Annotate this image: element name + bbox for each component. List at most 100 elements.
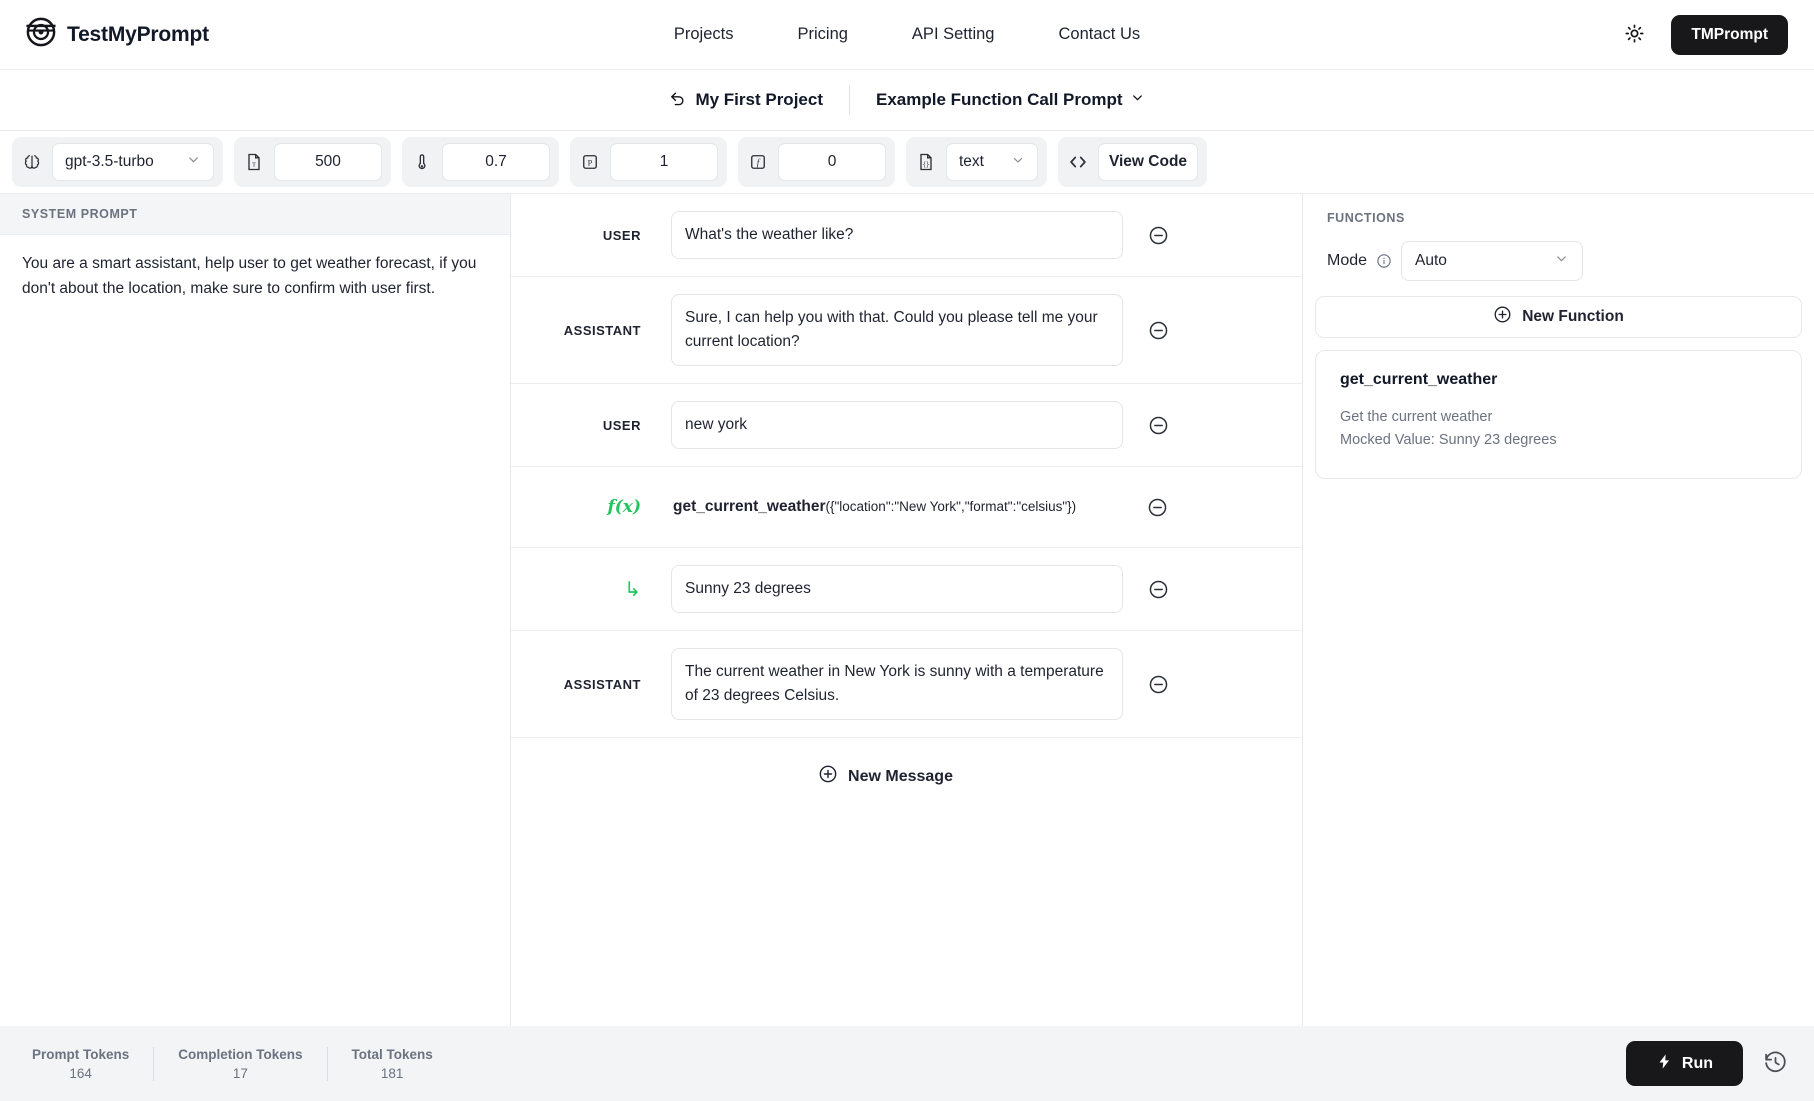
messages-panel: USER What's the weather like? ASSISTANT … bbox=[511, 194, 1303, 1026]
brain-icon bbox=[21, 151, 43, 173]
function-mode-label: Mode bbox=[1327, 252, 1368, 269]
function-call-label[interactable]: f(x) bbox=[511, 497, 671, 517]
top-p-value: 1 bbox=[659, 153, 669, 170]
f-box-icon: f bbox=[747, 151, 769, 173]
top-p-input[interactable]: 1 bbox=[610, 143, 718, 181]
token-value: 17 bbox=[232, 1065, 248, 1081]
remove-message-button[interactable] bbox=[1137, 320, 1179, 341]
function-call-name: get_current_weather bbox=[673, 498, 826, 516]
user-account-button[interactable]: TMPrompt bbox=[1671, 14, 1788, 55]
sun-icon bbox=[1624, 23, 1645, 47]
response-format-value: text bbox=[959, 153, 984, 170]
function-card[interactable]: get_current_weather Get the current weat… bbox=[1315, 350, 1802, 480]
info-circle-icon[interactable] bbox=[1376, 253, 1392, 269]
frequency-penalty-input[interactable]: 0 bbox=[778, 143, 886, 181]
message-content-input[interactable]: new york bbox=[671, 401, 1123, 450]
text-document-icon: T bbox=[243, 151, 265, 173]
chevron-down-icon bbox=[1011, 153, 1025, 172]
system-prompt-textarea[interactable]: You are a smart assistant, help user to … bbox=[0, 235, 510, 1026]
history-clock-icon bbox=[1763, 1050, 1788, 1078]
prompt-selector[interactable]: Example Function Call Prompt bbox=[850, 90, 1145, 110]
frequency-penalty-group: f 0 bbox=[738, 137, 895, 187]
footer-bar: Prompt Tokens 164 Completion Tokens 17 T… bbox=[0, 1026, 1814, 1101]
remove-message-button[interactable] bbox=[1137, 579, 1179, 600]
remove-message-button[interactable] bbox=[1137, 225, 1179, 246]
footer-actions: Run bbox=[1625, 1041, 1788, 1086]
token-label: Prompt Tokens bbox=[32, 1046, 130, 1062]
token-cell-total: Total Tokens 181 bbox=[328, 1047, 457, 1081]
message-content-input[interactable]: Sure, I can help you with that. Could yo… bbox=[671, 294, 1123, 367]
model-setting-group: gpt-3.5-turbo bbox=[12, 137, 223, 187]
new-function-button[interactable]: New Function bbox=[1315, 296, 1802, 338]
temperature-group: 0.7 bbox=[402, 137, 559, 187]
view-code-button[interactable]: View Code bbox=[1098, 143, 1198, 181]
function-return-arrow-icon[interactable]: ↳ bbox=[511, 577, 671, 602]
new-function-label: New Function bbox=[1522, 308, 1624, 325]
prompt-title: Example Function Call Prompt bbox=[876, 90, 1123, 109]
model-value: gpt-3.5-turbo bbox=[65, 153, 154, 170]
chevron-down-icon bbox=[1554, 251, 1569, 271]
function-return-row: ↳ Sunny 23 degrees bbox=[511, 548, 1302, 632]
new-message-label: New Message bbox=[848, 767, 953, 785]
svg-text:P: P bbox=[588, 158, 593, 167]
lightning-bolt-icon bbox=[1656, 1053, 1673, 1075]
temperature-value: 0.7 bbox=[485, 153, 507, 170]
theme-toggle-button[interactable] bbox=[1619, 20, 1649, 50]
project-breadcrumb-bar: My First Project Example Function Call P… bbox=[0, 70, 1814, 131]
message-row: USER What's the weather like? bbox=[511, 194, 1302, 278]
message-role-label[interactable]: ASSISTANT bbox=[511, 677, 671, 692]
remove-message-button[interactable] bbox=[1137, 415, 1179, 436]
token-cell-prompt: Prompt Tokens 164 bbox=[26, 1046, 155, 1081]
token-value: 164 bbox=[69, 1065, 92, 1081]
response-format-group: {} text bbox=[906, 137, 1047, 187]
message-content-input[interactable]: The current weather in New York is sunny… bbox=[671, 648, 1123, 721]
run-button[interactable]: Run bbox=[1625, 1041, 1743, 1086]
function-return-input[interactable]: Sunny 23 degrees bbox=[671, 565, 1123, 614]
response-format-select[interactable]: text bbox=[946, 143, 1038, 181]
function-call-content[interactable]: get_current_weather({"location":"New Yor… bbox=[671, 498, 1136, 516]
system-prompt-panel: SYSTEM PROMPT You are a smart assistant,… bbox=[0, 194, 511, 1026]
functions-heading: FUNCTIONS bbox=[1327, 211, 1405, 225]
message-content-input[interactable]: What's the weather like? bbox=[671, 211, 1123, 260]
thermometer-icon bbox=[411, 151, 433, 173]
message-role-label[interactable]: USER bbox=[511, 228, 671, 243]
frequency-penalty-value: 0 bbox=[827, 153, 837, 170]
function-card-name: get_current_weather bbox=[1340, 371, 1498, 388]
token-label: Total Tokens bbox=[351, 1046, 433, 1062]
brand-name: TestMyPrompt bbox=[67, 22, 209, 46]
remove-message-button[interactable] bbox=[1136, 497, 1178, 518]
message-role-label[interactable]: USER bbox=[511, 418, 671, 433]
svg-text:{}: {} bbox=[922, 162, 929, 168]
function-mode-select[interactable]: Auto bbox=[1401, 241, 1584, 281]
model-settings-toolbar: gpt-3.5-turbo T 500 0.7 P 1 f 0 {} text … bbox=[0, 131, 1814, 194]
system-prompt-heading: SYSTEM PROMPT bbox=[0, 194, 510, 235]
history-button[interactable] bbox=[1763, 1050, 1788, 1078]
project-back-link[interactable]: My First Project bbox=[669, 89, 849, 111]
message-role-label[interactable]: ASSISTANT bbox=[511, 323, 671, 338]
nav-item-api-setting[interactable]: API Setting bbox=[912, 25, 995, 44]
p-box-icon: P bbox=[579, 151, 601, 173]
max-tokens-group: T 500 bbox=[234, 137, 391, 187]
view-code-group: View Code bbox=[1058, 137, 1207, 187]
model-select[interactable]: gpt-3.5-turbo bbox=[52, 143, 214, 181]
temperature-input[interactable]: 0.7 bbox=[442, 143, 550, 181]
nav-item-projects[interactable]: Projects bbox=[674, 25, 734, 44]
function-mode-value: Auto bbox=[1415, 252, 1447, 269]
remove-message-button[interactable] bbox=[1137, 674, 1179, 695]
project-title: My First Project bbox=[695, 90, 823, 109]
message-row: ASSISTANT The current weather in New Yor… bbox=[511, 631, 1302, 739]
brand-logo[interactable]: TestMyPrompt bbox=[26, 17, 209, 52]
new-message-button[interactable]: New Message bbox=[511, 738, 1260, 789]
max-tokens-input[interactable]: 500 bbox=[274, 143, 382, 181]
chevron-down-icon bbox=[1130, 90, 1145, 110]
function-card-description: Get the current weather bbox=[1340, 409, 1493, 425]
top-navigation-bar: TestMyPrompt Projects Pricing API Settin… bbox=[0, 0, 1814, 70]
top-p-group: P 1 bbox=[570, 137, 727, 187]
token-cell-completion: Completion Tokens 17 bbox=[154, 1046, 328, 1081]
token-value: 181 bbox=[380, 1065, 404, 1081]
workspace: SYSTEM PROMPT You are a smart assistant,… bbox=[0, 194, 1814, 1026]
nav-item-pricing[interactable]: Pricing bbox=[797, 25, 847, 44]
bullseye-target-icon bbox=[26, 17, 56, 52]
code-brackets-icon bbox=[1067, 151, 1089, 173]
nav-item-contact-us[interactable]: Contact Us bbox=[1058, 25, 1140, 44]
